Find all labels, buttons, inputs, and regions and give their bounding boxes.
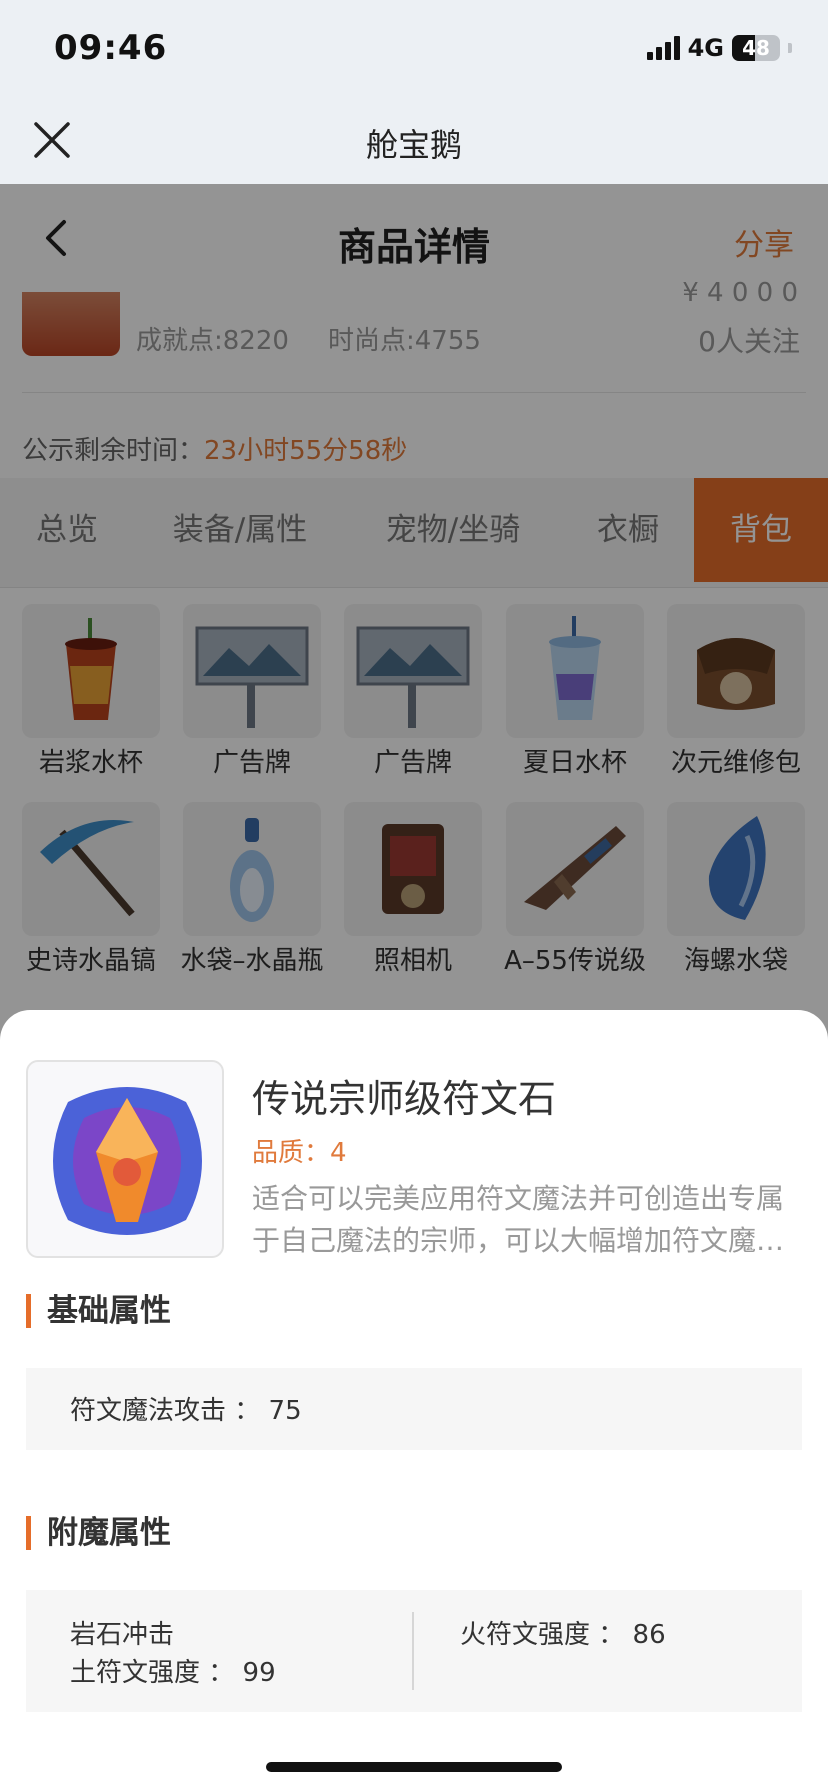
item-detail-sheet: 传说宗师级符文石 品质：4 适合可以完美应用符文魔法并可创造出专属 于自己魔法的… <box>0 1010 828 1792</box>
basic-attributes-title: 基础属性 <box>26 1294 171 1328</box>
enchant-attribute: 火符文强度 ： 86 <box>460 1620 666 1650</box>
battery-percent: 48 <box>742 36 770 60</box>
item-description-line: 于自己魔法的宗师，可以大幅增加符文魔… <box>252 1224 785 1257</box>
app-title: 舱宝鹅 <box>365 126 462 164</box>
home-indicator[interactable] <box>266 1762 562 1772</box>
basic-attributes-panel: 符文魔法攻击 ： 75 <box>26 1368 802 1450</box>
item-quality: 品质：4 <box>252 1138 347 1168</box>
divider <box>412 1612 414 1690</box>
battery-nub <box>788 43 792 53</box>
enchant-attributes-title: 附魔属性 <box>26 1516 171 1550</box>
network-label: 4G <box>687 34 724 62</box>
status-indicators: 4G 48 <box>646 34 792 62</box>
app-header: 舱宝鹅 <box>0 96 828 184</box>
item-title: 传说宗师级符文石 <box>252 1077 557 1121</box>
status-time: 09:46 <box>54 28 168 68</box>
enchant-attribute: 土符文强度 ： 99 <box>70 1658 276 1688</box>
basic-attribute: 符文魔法攻击 ： 75 <box>70 1396 302 1426</box>
rune-stone-icon <box>26 1060 224 1258</box>
item-description-line: 适合可以完美应用符文魔法并可创造出专属 <box>252 1182 785 1215</box>
item-description: 适合可以完美应用符文魔法并可创造出专属 于自己魔法的宗师，可以大幅增加符文魔… <box>252 1178 792 1262</box>
enchant-attributes-panel: 岩石冲击 土符文强度 ： 99 火符文强度 ： 86 <box>26 1590 802 1712</box>
signal-icon <box>646 36 680 60</box>
status-bar: 09:46 4G 48 <box>0 0 828 96</box>
enchant-attribute: 岩石冲击 <box>70 1620 175 1650</box>
battery-icon: 48 <box>732 35 780 61</box>
